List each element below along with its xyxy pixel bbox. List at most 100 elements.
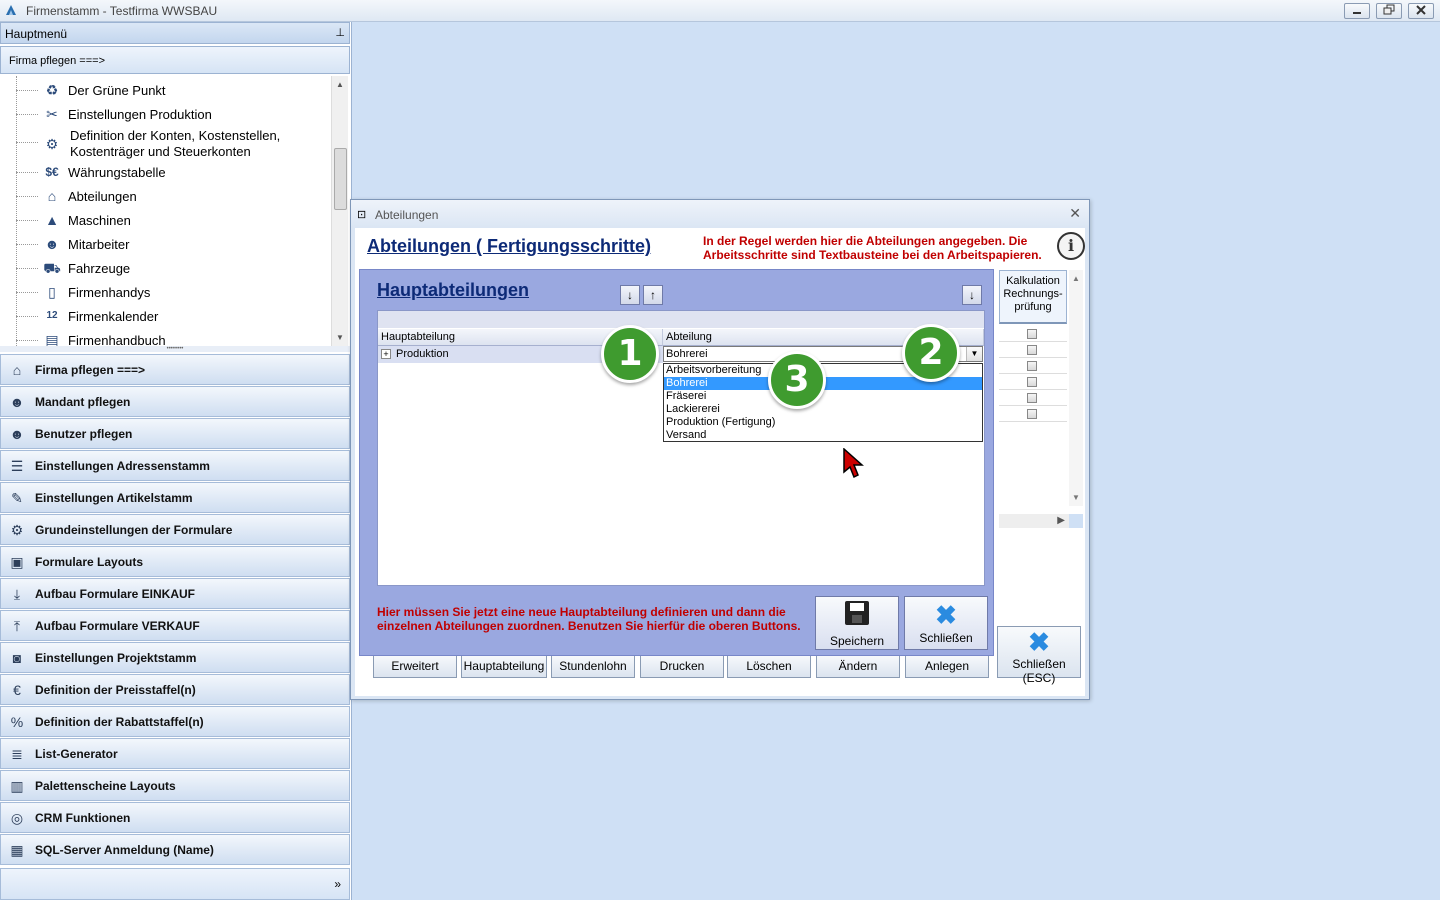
tree-scrollbar[interactable]: ▲ ▼ [331,76,348,346]
minimize-button[interactable] [1344,3,1370,19]
expand-chevron-icon[interactable]: » [334,877,341,891]
mouse-cursor-icon [843,448,864,479]
tree-item-einstellungen-produktion[interactable]: ✂ Einstellungen Produktion [0,103,330,125]
nav-label: Benutzer pflegen [35,427,133,441]
restore-button[interactable] [1376,3,1402,19]
schliessen-esc-button[interactable]: ✖ Schließen (ESC) [997,626,1081,685]
aendern-button[interactable]: Ändern [816,654,900,678]
recycle-icon: ♻ [45,82,59,98]
tree-item-waehrungstabelle[interactable]: $€ Währungstabelle [0,161,330,183]
sort-dept-button[interactable]: ↓ [962,285,982,305]
scroll-down-icon[interactable]: ▼ [336,333,344,342]
checkbox[interactable] [1027,377,1037,387]
dropdown-option[interactable]: Produktion (Fertigung) [664,416,982,429]
inner-hint: Hier müssen Sie jetzt eine neue Hauptabt… [377,605,801,633]
checkbox-row [999,358,1067,374]
nav-label: Aufbau Formulare VERKAUF [35,619,200,633]
speichern-button[interactable]: Speichern [815,596,899,650]
tree-item-label-line2: Kostenträger und Steuerkonten [70,144,251,159]
pin-icon[interactable]: ⊥ [335,26,345,39]
nav-formulare-layouts[interactable]: ▣ Formulare Layouts [0,546,350,577]
dropdown-option[interactable]: Versand [664,429,982,442]
download-tray-icon: ⤓ [13,586,21,602]
tree-item-label: Maschinen [68,213,131,228]
panel-splitter[interactable]: •••••••• [0,346,350,352]
form-layout-icon: ▣ [10,554,24,570]
scroll-up-icon[interactable]: ▲ [1072,274,1080,283]
tree-item-mitarbeiter[interactable]: ☻ Mitarbeiter [0,233,330,255]
nav-palettenscheine[interactable]: ▥ Palettenscheine Layouts [0,770,350,801]
nav-list-generator[interactable]: ≣ List-Generator [0,738,350,769]
hauptabteilungen-dialog: Hauptabteilungen ↓ ↑ ↓ Hauptabteilung Ab… [359,269,994,656]
anlegen-button[interactable]: Anlegen [905,654,989,678]
checkbox[interactable] [1027,393,1037,403]
expand-icon[interactable]: + [381,349,391,359]
grid-vertical-scrollbar[interactable]: ▲ ▼ [1069,270,1083,506]
tree-item-konten[interactable]: ⚙ Definition der Konten, Kostenstellen, … [0,128,330,164]
scroll-thumb[interactable] [334,148,347,210]
checkbox[interactable] [1027,329,1037,339]
info-icon[interactable]: i [1057,232,1085,260]
menu-tree: ♻ Der Grüne Punkt ✂ Einstellungen Produk… [0,76,332,346]
sort-down-button[interactable]: ↓ [620,285,640,305]
scroll-down-icon[interactable]: ▼ [1072,493,1080,502]
dialog-icon: ⊡ [357,209,367,221]
schliessen-button[interactable]: ✖ Schließen [904,596,988,650]
tree-item-abteilungen[interactable]: ⌂ Abteilungen [0,185,330,207]
nav-adressenstamm[interactable]: ☰ Einstellungen Adressenstamm [0,450,350,481]
nav-sql-server[interactable]: ▦ SQL-Server Anmeldung (Name) [0,834,350,865]
checkbox[interactable] [1027,409,1037,419]
save-icon [816,599,898,634]
scroll-right-icon[interactable]: ▶ [1057,515,1065,526]
grid-horizontal-scrollbar[interactable]: ▶ [999,514,1069,528]
checkbox[interactable] [1027,361,1037,371]
loeschen-button[interactable]: Löschen [727,654,811,678]
tree-item-firmenhandys[interactable]: ▯ Firmenhandys [0,281,330,303]
close-window-button[interactable] [1408,3,1434,19]
tree-item-firmenhandbuch[interactable]: ▤ Firmenhandbuch [0,329,330,346]
nav-firma-pflegen[interactable]: ⌂ Firma pflegen ===> [0,354,350,385]
machines-icon: ▲ [45,212,59,228]
nav-formulare-einkauf[interactable]: ⤓ Aufbau Formulare EINKAUF [0,578,350,609]
checkbox[interactable] [1027,345,1037,355]
tree-item-gruener-punkt[interactable]: ♻ Der Grüne Punkt [0,79,330,101]
step-marker-2: 2 [902,324,960,382]
tree-item-fahrzeuge[interactable]: ⛟ Fahrzeuge [0,257,330,279]
tree-item-label: Einstellungen Produktion [68,107,212,122]
nav-formulare-verkauf[interactable]: ⤒ Aufbau Formulare VERKAUF [0,610,350,641]
section-header[interactable]: Firma pflegen ===> [0,46,350,74]
dialog-close-icon[interactable]: ✕ [1069,205,1081,222]
nav-projektstamm[interactable]: ◙ Einstellungen Projektstamm [0,642,350,673]
nav-rabattstaffel[interactable]: % Definition der Rabattstaffel(n) [0,706,350,737]
erweitert-button[interactable]: Erweitert [373,654,457,678]
nav-grundeinstellungen-formulare[interactable]: ⚙ Grundeinstellungen der Formulare [0,514,350,545]
nav-crm[interactable]: ◎ CRM Funktionen [0,802,350,833]
drucken-button[interactable]: Drucken [640,654,724,678]
client-icon: ☻ [9,394,25,410]
nav-artikelstamm[interactable]: ✎ Einstellungen Artikelstamm [0,482,350,513]
step-marker-1: 1 [601,325,659,383]
app-icon [4,3,18,17]
tree-item-firmenkalender[interactable]: 12 Firmenkalender [0,305,330,327]
scroll-up-icon[interactable]: ▲ [336,80,344,89]
nav-preisstaffel[interactable]: € Definition der Preisstaffel(n) [0,674,350,705]
button-label: Schließen (ESC) [1012,657,1066,685]
step-marker-3: 3 [768,351,826,409]
tree-item-label: Mitarbeiter [68,237,130,252]
kalkulation-column: Kalkulation Rechnungs-prüfung [999,270,1067,422]
tree-item-label: Der Grüne Punkt [68,83,166,98]
nav-footer[interactable]: » [0,868,350,900]
address-icon: ☰ [10,458,24,474]
tree-item-maschinen[interactable]: ▲ Maschinen [0,209,330,231]
project-icon: ◙ [12,650,22,666]
nav-mandant-pflegen[interactable]: ☻ Mandant pflegen [0,386,350,417]
dropdown-arrow-icon[interactable]: ▼ [966,347,982,361]
hauptabteilung-button[interactable]: Hauptabteilung [461,654,547,678]
close-icon [1416,5,1426,15]
nav-label: Formulare Layouts [35,555,144,569]
sort-up-button[interactable]: ↑ [643,285,663,305]
dropdown-option[interactable]: Lackiererei [664,403,982,416]
nav-benutzer-pflegen[interactable]: ☻ Benutzer pflegen [0,418,350,449]
phone-icon: ▯ [48,284,56,300]
stundenlohn-button[interactable]: Stundenlohn [551,654,635,678]
